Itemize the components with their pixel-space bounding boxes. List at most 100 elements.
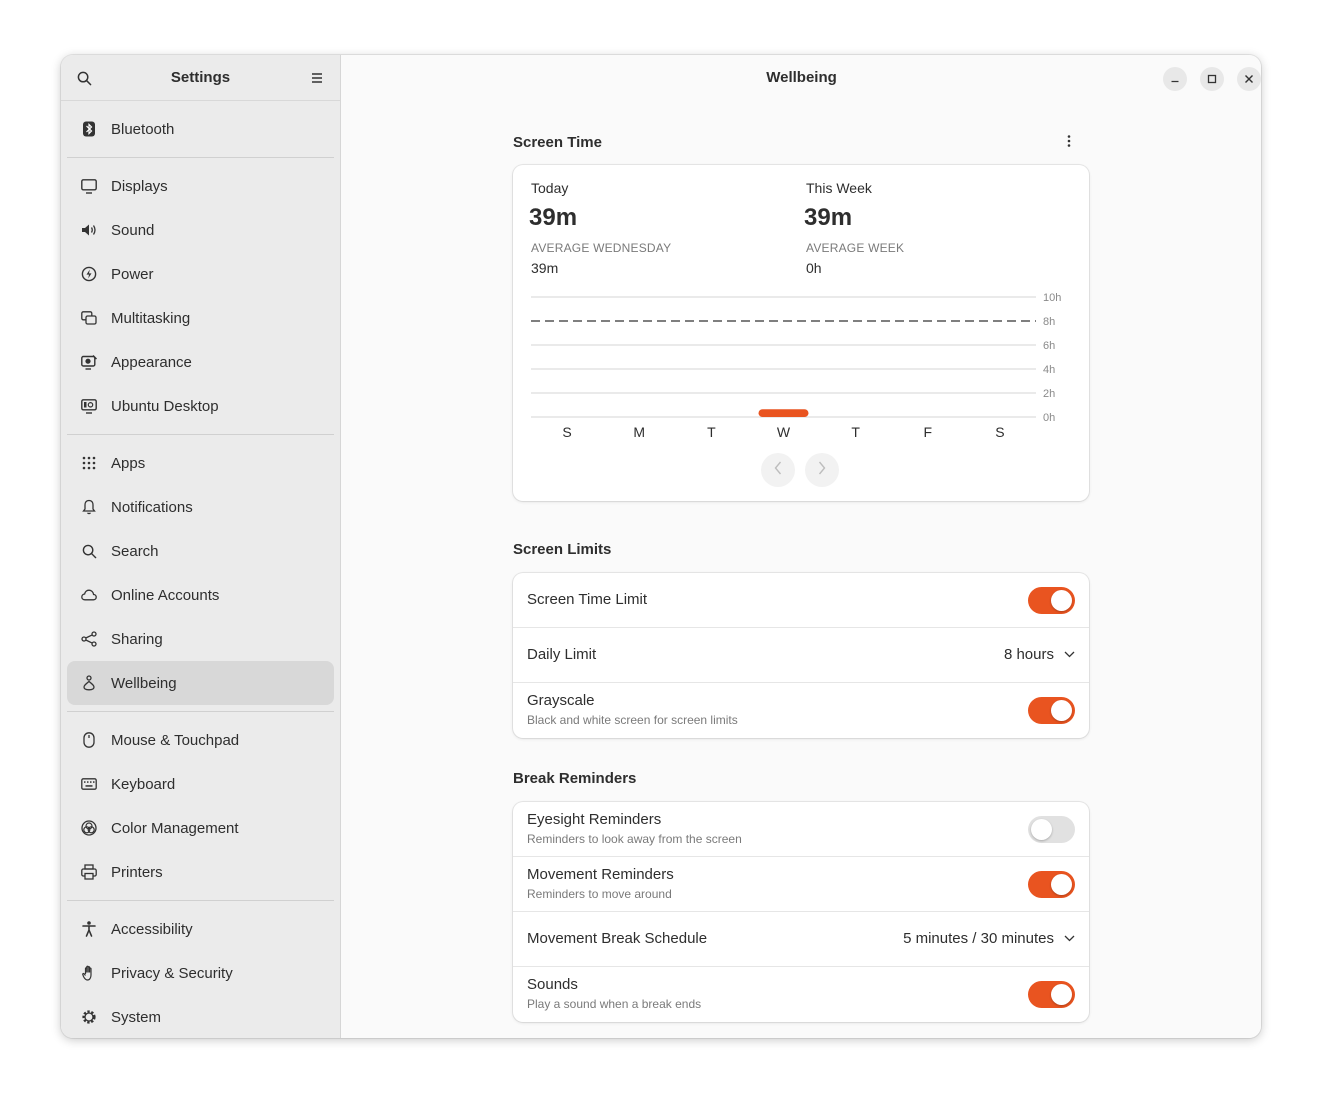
grayscale-description: Black and white screen for screen limits — [527, 713, 738, 727]
movement-reminders-description: Reminders to move around — [527, 887, 672, 901]
sidebar-item-label: Sound — [111, 221, 155, 239]
sidebar-divider — [67, 711, 334, 712]
sidebar-item-ubuntu-desktop[interactable]: Ubuntu Desktop — [67, 384, 334, 428]
sidebar-item-label: Ubuntu Desktop — [111, 397, 219, 415]
sidebar-item-search[interactable]: Search — [67, 529, 334, 573]
grayscale-row: Grayscale Black and white screen for scr… — [513, 683, 1089, 738]
movement-reminders-label: Movement Reminders — [527, 866, 674, 883]
toggle-knob — [1051, 874, 1072, 895]
sidebar-item-mouse-touchpad[interactable]: Mouse & Touchpad — [67, 718, 334, 762]
movement-break-schedule-row[interactable]: Movement Break Schedule 5 minutes / 30 m… — [513, 912, 1089, 967]
main-panel: Wellbeing Screen Time Today 39m AVERAGE … — [342, 55, 1261, 1038]
bell-icon — [81, 499, 97, 515]
chart-x-tick-label: S — [995, 424, 1004, 440]
grayscale-toggle[interactable] — [1028, 697, 1075, 724]
sidebar-item-keyboard[interactable]: Keyboard — [67, 762, 334, 806]
chart-y-tick-label: 0h — [1043, 412, 1055, 424]
sounds-row: Sounds Play a sound when a break ends — [513, 967, 1089, 1022]
movement-break-schedule-dropdown[interactable]: 5 minutes / 30 minutes — [903, 930, 1075, 947]
sidebar-item-bluetooth[interactable]: Bluetooth — [67, 107, 334, 151]
gear-icon — [81, 1009, 97, 1025]
chart-y-tick-label: 8h — [1043, 316, 1055, 328]
sidebar-item-multitasking[interactable]: Multitasking — [67, 296, 334, 340]
power-icon — [81, 266, 97, 282]
hamburger-menu-icon[interactable] — [305, 66, 329, 90]
sidebar-header: Settings — [61, 55, 340, 101]
apps-grid-icon — [81, 455, 97, 471]
eyesight-reminders-row: Eyesight Reminders Reminders to look awa… — [513, 802, 1089, 857]
chart-x-tick-label: T — [851, 424, 860, 440]
sidebar-item-label: Power — [111, 265, 154, 283]
movement-reminders-toggle[interactable] — [1028, 871, 1075, 898]
sidebar-list: Bluetooth Displays Sound Power Multitask… — [61, 101, 340, 1038]
screen-limits-title: Screen Limits — [513, 541, 612, 558]
minimize-button[interactable] — [1163, 67, 1187, 91]
sidebar-item-label: Bluetooth — [111, 120, 175, 138]
break-reminders-card: Eyesight Reminders Reminders to look awa… — [513, 802, 1089, 1022]
sidebar-item-label: Sharing — [111, 630, 163, 648]
sounds-toggle[interactable] — [1028, 981, 1075, 1008]
screen-time-header: Screen Time — [513, 101, 1089, 165]
screen-limits-card: Screen Time Limit Daily Limit 8 hours Gr… — [513, 573, 1089, 738]
appearance-icon — [81, 354, 97, 370]
sidebar-item-label: Color Management — [111, 819, 239, 837]
screen-time-limit-toggle[interactable] — [1028, 587, 1075, 614]
maximize-icon — [1207, 71, 1217, 88]
chart-x-tick-label: M — [633, 424, 645, 440]
sidebar-item-label: Accessibility — [111, 920, 193, 938]
this-week-value: 39m — [804, 204, 853, 231]
maximize-button[interactable] — [1200, 67, 1224, 91]
daily-limit-dropdown[interactable]: 8 hours — [1004, 646, 1075, 663]
chart-x-tick-label: F — [924, 424, 933, 440]
average-week-label: AVERAGE WEEK — [806, 241, 905, 255]
minimize-icon — [1170, 71, 1180, 88]
sidebar-item-apps[interactable]: Apps — [67, 441, 334, 485]
hand-icon — [81, 965, 97, 981]
kebab-menu-icon[interactable] — [1059, 131, 1079, 151]
sidebar-item-online-accounts[interactable]: Online Accounts — [67, 573, 334, 617]
sidebar: Settings Bluetooth Displays Sound Power — [61, 55, 341, 1038]
daily-limit-row[interactable]: Daily Limit 8 hours — [513, 628, 1089, 683]
screen-time-limit-row: Screen Time Limit — [513, 573, 1089, 628]
sidebar-item-label: Wellbeing — [111, 674, 177, 692]
cloud-icon — [81, 587, 97, 603]
chart-x-tick-label: W — [777, 424, 791, 440]
sidebar-item-privacy-security[interactable]: Privacy & Security — [67, 951, 334, 995]
sidebar-item-label: Search — [111, 542, 159, 560]
next-week-button[interactable] — [805, 453, 839, 487]
sidebar-item-label: Multitasking — [111, 309, 191, 327]
sidebar-item-accessibility[interactable]: Accessibility — [67, 907, 334, 951]
sidebar-item-appearance[interactable]: Appearance — [67, 340, 334, 384]
movement-break-schedule-value: 5 minutes / 30 minutes — [903, 930, 1054, 947]
monitor-icon — [81, 178, 97, 194]
this-week-label: This Week — [806, 180, 872, 196]
grayscale-label: Grayscale — [527, 692, 595, 709]
chevron-left-icon — [774, 461, 782, 480]
sidebar-item-sharing[interactable]: Sharing — [67, 617, 334, 661]
eyesight-reminders-toggle[interactable] — [1028, 816, 1075, 843]
close-button[interactable] — [1237, 67, 1261, 91]
daily-limit-value: 8 hours — [1003, 646, 1054, 663]
daily-limit-label: Daily Limit — [527, 646, 597, 663]
movement-break-schedule-label: Movement Break Schedule — [527, 930, 708, 947]
sidebar-item-printers[interactable]: Printers — [67, 850, 334, 894]
sidebar-item-label: Privacy & Security — [111, 964, 233, 982]
chevron-right-icon — [818, 461, 826, 480]
sidebar-divider — [67, 900, 334, 901]
wellbeing-content: Screen Time Today 39m AVERAGE WEDNESDAY … — [513, 101, 1089, 1022]
eyesight-reminders-label: Eyesight Reminders — [527, 811, 662, 828]
sidebar-item-sound[interactable]: Sound — [67, 208, 334, 252]
sidebar-item-wellbeing[interactable]: Wellbeing — [67, 661, 334, 705]
color-management-icon — [81, 820, 97, 836]
sounds-description: Play a sound when a break ends — [527, 997, 702, 1011]
screen-time-title: Screen Time — [513, 134, 602, 151]
average-day-label: AVERAGE WEDNESDAY — [531, 241, 672, 255]
sidebar-item-displays[interactable]: Displays — [67, 164, 334, 208]
previous-week-button[interactable] — [761, 453, 795, 487]
sidebar-item-notifications[interactable]: Notifications — [67, 485, 334, 529]
sidebar-item-label: Appearance — [111, 353, 192, 371]
sidebar-item-color-management[interactable]: Color Management — [67, 806, 334, 850]
sidebar-item-system[interactable]: System — [67, 995, 334, 1038]
sidebar-item-power[interactable]: Power — [67, 252, 334, 296]
mouse-icon — [81, 732, 97, 748]
